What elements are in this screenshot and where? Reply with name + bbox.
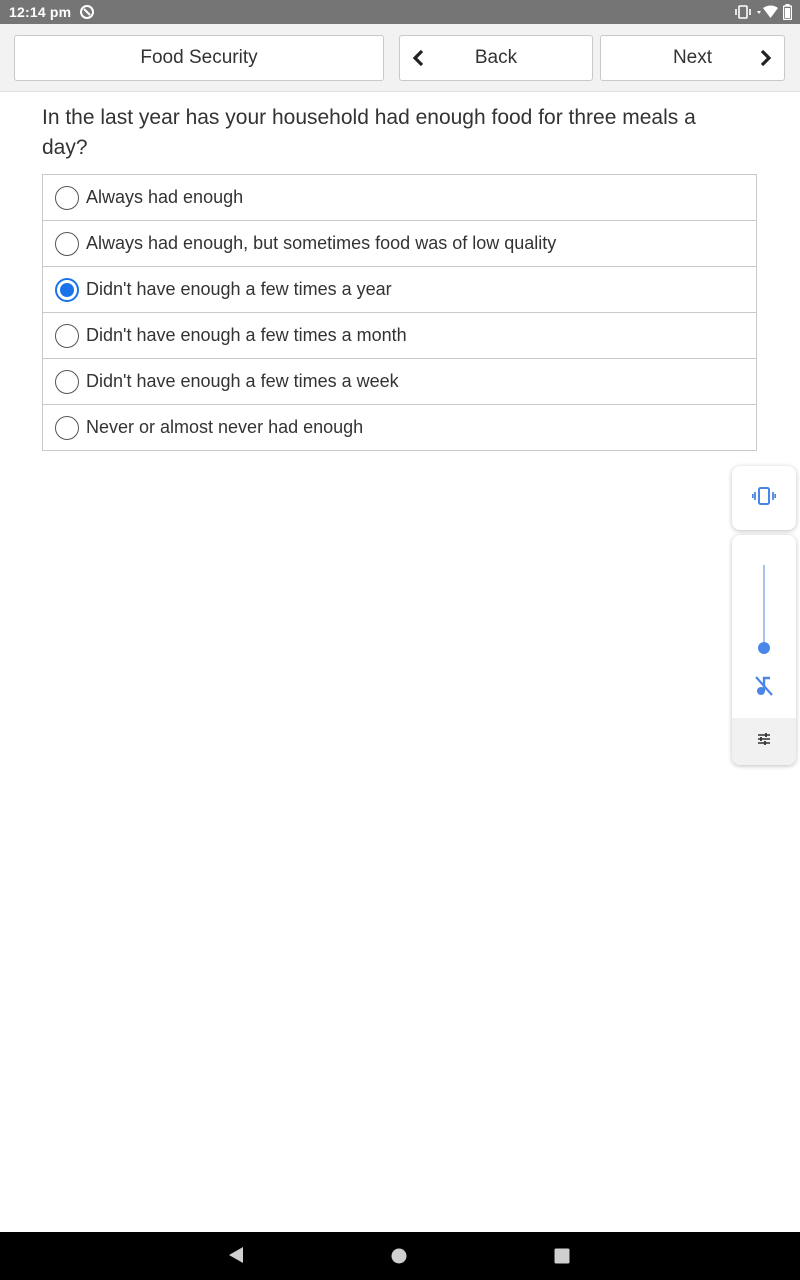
option-label: Didn't have enough a few times a year [86, 279, 392, 299]
battery-icon [783, 4, 792, 20]
question-text: In the last year has your household had … [42, 106, 696, 159]
ringer-mode-button[interactable] [732, 466, 796, 530]
status-bar: 12:14 pm [0, 0, 800, 24]
back-label: Back [474, 47, 518, 68]
answer-options: Always had enough Always had enough, but… [42, 174, 757, 451]
chevron-right-icon [760, 49, 772, 72]
vibrate-icon [751, 486, 777, 510]
section-title: Food Security [140, 47, 258, 68]
option-label: Didn't have enough a few times a month [86, 325, 407, 345]
radio-button[interactable] [55, 231, 79, 256]
option-label: Always had enough [86, 187, 244, 207]
radio-button[interactable] [55, 369, 79, 394]
option-always-enough-low-quality[interactable]: Always had enough, but sometimes food wa… [43, 221, 756, 267]
option-label: Didn't have enough a few times a week [86, 371, 399, 391]
navigation-bar [0, 1232, 800, 1280]
radio-button[interactable] [55, 185, 79, 210]
volume-panel [732, 535, 796, 765]
back-button[interactable]: Back [399, 35, 593, 81]
volume-slider-thumb[interactable] [758, 642, 770, 654]
recents-square-icon[interactable] [554, 1248, 570, 1269]
radio-button[interactable] [55, 415, 79, 440]
next-button[interactable]: Next [600, 35, 785, 81]
vibrate-icon [735, 5, 751, 19]
toolbar: Food Security Back Next [0, 24, 800, 92]
option-never-enough[interactable]: Never or almost never had enough [43, 405, 756, 450]
radio-button[interactable] [55, 323, 79, 348]
tune-icon [757, 732, 771, 751]
option-few-times-year[interactable]: Didn't have enough a few times a year [43, 267, 756, 313]
home-circle-icon[interactable] [391, 1248, 407, 1269]
volume-slider-track[interactable] [763, 565, 765, 648]
option-always-enough[interactable]: Always had enough [43, 175, 756, 221]
wifi-icon [755, 5, 779, 19]
chevron-left-icon [412, 49, 424, 72]
volume-settings-button[interactable] [732, 718, 796, 765]
status-time: 12:14 pm [9, 4, 72, 20]
option-few-times-week[interactable]: Didn't have enough a few times a week [43, 359, 756, 405]
option-few-times-month[interactable]: Didn't have enough a few times a month [43, 313, 756, 359]
section-title-button[interactable]: Food Security [14, 35, 384, 81]
mute-icon[interactable] [754, 675, 774, 702]
sync-icon [79, 4, 95, 20]
option-label: Never or almost never had enough [86, 417, 364, 437]
next-label: Next [672, 47, 713, 68]
radio-button-selected[interactable] [55, 277, 79, 302]
option-label: Always had enough, but sometimes food wa… [86, 233, 557, 253]
back-triangle-icon[interactable] [228, 1246, 244, 1269]
